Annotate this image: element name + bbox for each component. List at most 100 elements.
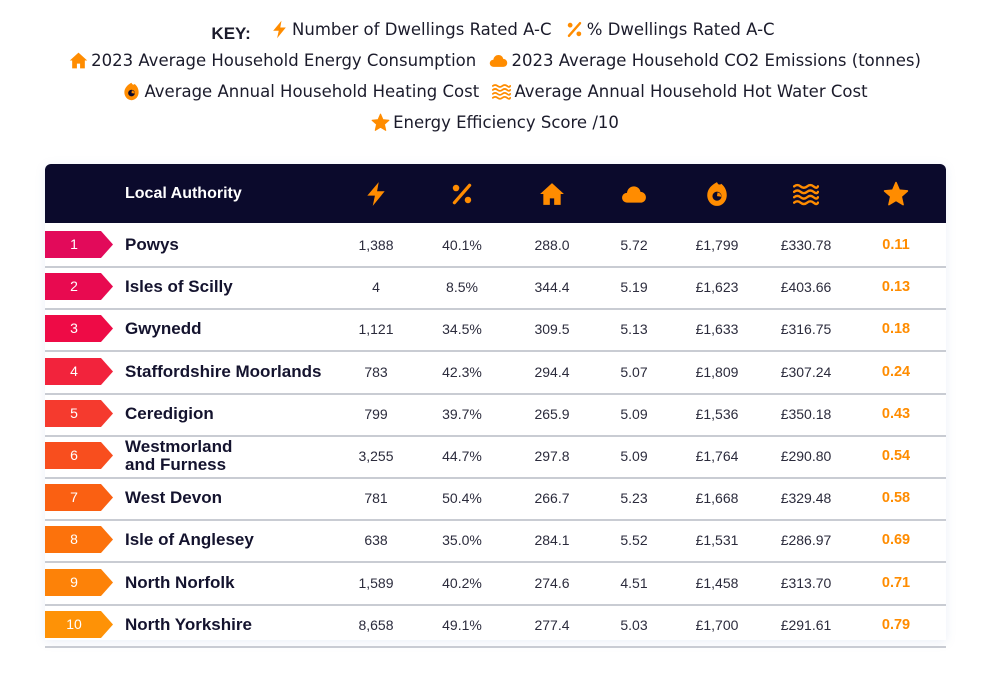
local-authority-name: Westmorland and Furness [125,437,233,474]
local-authority-name: North Yorkshire [125,614,252,634]
dwellings-cell: 1,589 [358,574,394,591]
local-authority-name: Isle of Anglesey [125,530,254,550]
key-label: 2023 Average Household CO2 Emissions (to… [511,51,921,70]
dwellings-cell: 799 [364,405,388,422]
hot-water-cell: £330.78 [780,237,832,253]
flame-icon [704,181,730,207]
energy-cell: 266.7 [534,490,570,507]
heating-cell: £1,700 [695,616,739,633]
energy-cell: 274.6 [534,574,570,591]
local-authority-name: Isles of Scilly [125,277,233,297]
score-cell: 0.79 [881,616,911,633]
header-co2 [621,181,647,207]
hot-water-cell: £290.80 [780,448,832,464]
heating-cell: £1,668 [695,490,739,507]
dwellings-cell: 4 [372,279,380,296]
hot-water-cell: £307.24 [780,363,832,380]
hot-water-cell: £329.48 [780,490,832,507]
rank-badge: 8 [45,526,113,554]
heating-cell: £1,764 [695,448,739,464]
rank-badge: 10 [45,610,113,638]
dwellings-cell: 638 [364,532,388,549]
hot-water-cell: £286.97 [780,532,832,549]
rank-number: 9 [70,573,78,590]
key-line-3: Average Annual Household Heating Cost Av… [0,76,990,107]
co2-cell: 5.09 [620,405,648,422]
energy-cell: 309.5 [534,321,570,338]
hot-water-cell: £316.75 [780,321,832,338]
score-cell: 0.13 [881,279,911,296]
table-row: 10 North Yorkshire 8,658 49.1% 277.4 5.03 £1,7… [45,604,946,648]
dwellings-cell: 781 [364,490,388,507]
star-icon [371,113,390,132]
table-header: Local Authority [45,164,946,223]
key-line-2: 2023 Average Household Energy Consumptio… [0,45,990,76]
rank-badge: 4 [45,357,113,385]
house-icon [69,51,88,70]
key-item-dwellings: Number of Dwellings Rated A-C [270,14,552,45]
header-score [883,181,909,207]
header-hot-water [793,181,819,207]
co2-cell: 5.19 [620,279,648,296]
key-label: Average Annual Household Heating Cost [144,82,480,101]
key-label: Number of Dwellings Rated A-C [292,20,552,39]
local-authority-name: West Devon [125,488,222,508]
co2-cell: 5.23 [620,490,648,507]
percent-cell: 44.7% [442,448,482,464]
table-row: 6 Westmorland and Furness 3,255 44.7% 297.8 5… [45,435,946,479]
key-label: 2023 Average Household Energy Consumptio… [91,51,477,70]
rank-badge: 3 [45,315,113,343]
rank-number: 10 [66,615,82,632]
table-row: 7 West Devon 781 50.4% 266.7 5.23 £1,668 £329.4… [45,477,946,522]
header-energy [539,181,565,207]
heating-cell: £1,536 [695,405,739,422]
hot-water-cell: £291.61 [780,616,832,633]
score-cell: 0.69 [881,532,911,549]
key-item-percent: % Dwellings Rated A-C [565,14,775,45]
lightning-icon [363,181,389,207]
heating-cell: £1,799 [695,237,739,253]
co2-cell: 5.13 [620,321,648,338]
table-row: 3 Gwynedd 1,121 34.5% 309.5 5.13 £1,633 £316.75… [45,308,946,353]
rank-badge: 2 [45,273,113,301]
table-row: 8 Isle of Anglesey 638 35.0% 284.1 5.52 £1,531… [45,519,946,564]
rank-badge: 5 [45,399,113,427]
rank-number: 6 [70,447,78,463]
key-label: % Dwellings Rated A-C [586,20,775,39]
percent-cell: 42.3% [442,363,482,380]
rank-number: 5 [70,404,78,421]
energy-cell: 277.4 [534,616,570,633]
header-percent [449,181,475,207]
local-authority-name: Ceredigion [125,403,214,423]
local-authority-name: Staffordshire Moorlands [125,361,322,381]
key-line-1: KEY: Number of Dwellings Rated A-C % Dwe… [0,14,990,45]
key-item-energy: 2023 Average Household Energy Consumptio… [69,45,476,76]
lightning-icon [270,20,289,39]
percent-cell: 40.1% [442,237,482,253]
house-icon [539,181,565,207]
percent-cell: 40.2% [442,574,482,591]
score-cell: 0.43 [881,405,911,422]
key-item-heating: Average Annual Household Heating Cost [122,76,479,107]
hot-water-cell: £403.66 [780,279,832,296]
table-row: 5 Ceredigion 799 39.7% 265.9 5.09 £1,536 £350.1… [45,393,946,437]
heating-cell: £1,458 [695,574,739,591]
co2-cell: 5.03 [620,616,648,633]
rank-number: 3 [70,320,78,337]
energy-cell: 284.1 [534,532,570,549]
score-cell: 0.58 [881,490,911,507]
key-line-4: Energy Efficiency Score /10 [0,107,990,138]
waves-icon [793,181,819,207]
heating-cell: £1,633 [695,321,739,338]
rank-number: 2 [70,278,78,295]
score-cell: 0.71 [881,574,911,591]
star-icon [883,181,909,207]
key-item-co2: 2023 Average Household CO2 Emissions (to… [489,45,921,76]
header-dwellings [363,181,389,207]
dwellings-cell: 3,255 [358,448,394,464]
score-cell: 0.18 [881,321,911,338]
key-label: Energy Efficiency Score /10 [393,113,619,132]
co2-cell: 5.09 [620,448,648,464]
rank-number: 1 [70,236,78,252]
score-cell: 0.54 [881,448,911,464]
